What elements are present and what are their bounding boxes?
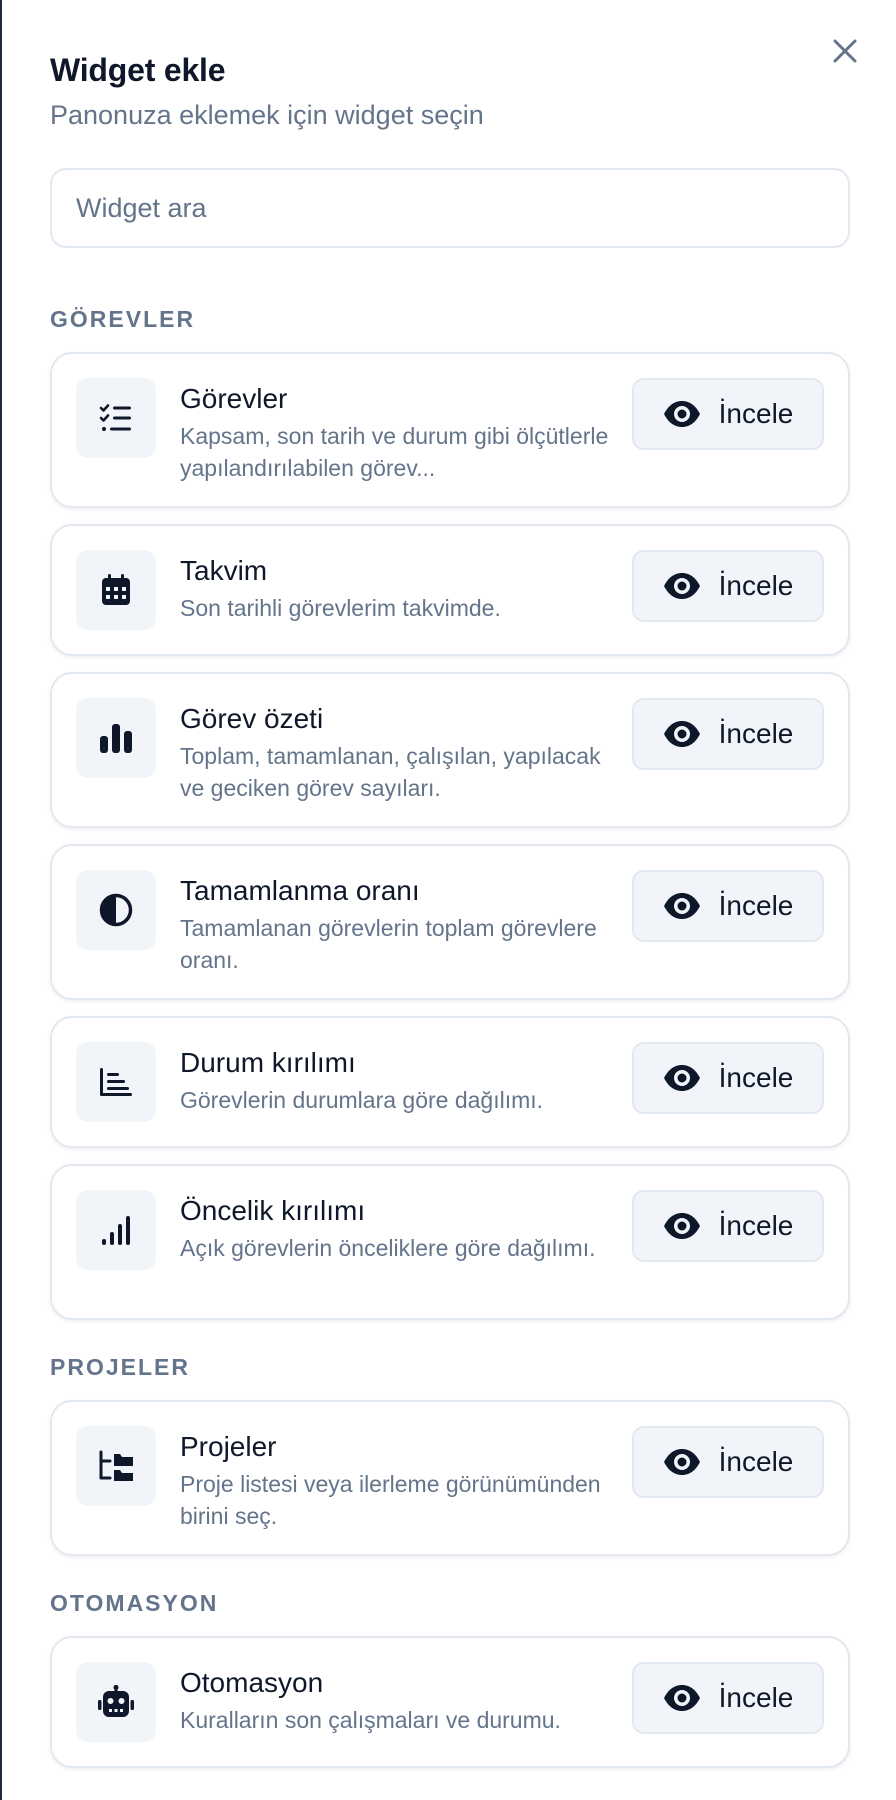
robot-icon bbox=[98, 1685, 134, 1717]
widget-description: Açık görevlerin önceliklere göre dağılım… bbox=[180, 1235, 596, 1261]
widget-description: Son tarihli görevlerim takvimde. bbox=[180, 595, 501, 621]
widget-search-input[interactable] bbox=[50, 168, 850, 248]
inspect-button-label: İncele bbox=[718, 398, 794, 429]
inspect-button-label: İncele bbox=[718, 1210, 794, 1241]
widget-description: Toplam, tamamlanan, çalışılan, yapılacak… bbox=[180, 743, 601, 801]
inspect-button-label: İncele bbox=[718, 1682, 794, 1713]
inspect-button-label: İncele bbox=[718, 1062, 794, 1093]
section-title-gorevler: GÖREVLER bbox=[50, 306, 196, 332]
eye-icon bbox=[663, 1213, 700, 1239]
inspect-button-label: İncele bbox=[718, 718, 794, 749]
widget-card-gorev-ozeti: Görev özeti Toplam, tamamlanan, çalışıla… bbox=[50, 672, 850, 828]
widget-name: Görev özeti bbox=[180, 703, 324, 734]
widget-card-gorevler: Görevler Kapsam, son tarih ve durum gibi… bbox=[50, 352, 850, 508]
eye-icon bbox=[663, 573, 700, 599]
inspect-button-label: İncele bbox=[718, 1446, 794, 1477]
widget-icon-box bbox=[76, 550, 156, 630]
widget-card-tamamlanma-orani: Tamamlanma oranı Tamamlanan görevlerin t… bbox=[50, 844, 850, 1000]
widget-name: Projeler bbox=[180, 1431, 277, 1462]
eye-icon bbox=[663, 401, 700, 427]
eye-icon bbox=[663, 893, 700, 919]
widget-description: Tamamlanan görevlerin toplam görevlere o… bbox=[180, 915, 597, 973]
widget-description: Görevlerin durumlara göre dağılımı. bbox=[180, 1087, 544, 1113]
widget-name: Görevler bbox=[180, 383, 288, 414]
bar-chart-icon bbox=[100, 724, 132, 753]
widget-icon-box bbox=[76, 1662, 156, 1742]
inspect-button[interactable]: İncele bbox=[632, 1042, 824, 1114]
section-title-projeler: PROJELER bbox=[50, 1354, 190, 1380]
widget-description: Proje listesi veya ilerleme görünümünden… bbox=[180, 1471, 601, 1529]
eye-icon bbox=[663, 1685, 700, 1711]
eye-icon bbox=[663, 1065, 700, 1091]
inspect-button[interactable]: İncele bbox=[632, 378, 824, 450]
inspect-button[interactable]: İncele bbox=[632, 1190, 824, 1262]
widget-icon-box bbox=[76, 698, 156, 778]
widget-card-oncelik-kirilimi: Öncelik kırılımı Açık görevlerin öncelik… bbox=[50, 1164, 850, 1320]
half-circle-icon bbox=[99, 893, 133, 927]
signal-bars-icon bbox=[102, 1216, 130, 1245]
widget-card-otomasyon: Otomasyon Kuralların son çalışmaları ve … bbox=[50, 1636, 850, 1768]
panel-title: Widget ekle bbox=[50, 52, 226, 88]
inspect-button[interactable]: İncele bbox=[632, 1662, 824, 1734]
widget-description: Kapsam, son tarih ve durum gibi ölçütler… bbox=[180, 423, 609, 481]
widget-icon-box bbox=[76, 1426, 156, 1506]
section-title-otomasyon: OTOMASYON bbox=[50, 1590, 219, 1616]
inspect-button[interactable]: İncele bbox=[632, 550, 824, 622]
widget-card-projeler: Projeler Proje listesi veya ilerleme gör… bbox=[50, 1400, 850, 1556]
widget-icon-box bbox=[76, 1190, 156, 1270]
widget-name: Takvim bbox=[180, 555, 268, 586]
widget-icon-box bbox=[76, 870, 156, 950]
close-button[interactable] bbox=[828, 34, 862, 68]
widget-name: Otomasyon bbox=[180, 1667, 324, 1698]
widget-name: Durum kırılımı bbox=[180, 1047, 356, 1078]
list-check-icon bbox=[99, 404, 131, 431]
widget-card-takvim: Takvim Son tarihli görevlerim takvimde. … bbox=[50, 524, 850, 656]
inspect-button[interactable]: İncele bbox=[632, 870, 824, 942]
panel-subtitle: Panonuza eklemek için widget seçin bbox=[50, 100, 484, 130]
inspect-button-label: İncele bbox=[718, 890, 794, 921]
widget-name: Tamamlanma oranı bbox=[180, 875, 420, 906]
calendar-icon bbox=[102, 574, 130, 605]
widget-card-durum-kirilimi: Durum kırılımı Görevlerin durumlara göre… bbox=[50, 1016, 850, 1148]
add-widget-panel: Widget ekle Panonuza eklemek için widget… bbox=[2, 0, 896, 1800]
inspect-button[interactable]: İncele bbox=[632, 698, 824, 770]
inspect-button[interactable]: İncele bbox=[632, 1426, 824, 1498]
horizontal-bars-icon bbox=[100, 1068, 132, 1096]
close-icon bbox=[833, 39, 857, 63]
widget-description: Kuralların son çalışmaları ve durumu. bbox=[180, 1707, 561, 1733]
eye-icon bbox=[663, 1449, 700, 1475]
eye-icon bbox=[663, 721, 700, 747]
inspect-button-label: İncele bbox=[718, 570, 794, 601]
widget-icon-box bbox=[76, 1042, 156, 1122]
folder-tree-icon bbox=[99, 1450, 133, 1481]
widget-icon-box bbox=[76, 378, 156, 458]
widget-name: Öncelik kırılımı bbox=[180, 1195, 366, 1226]
